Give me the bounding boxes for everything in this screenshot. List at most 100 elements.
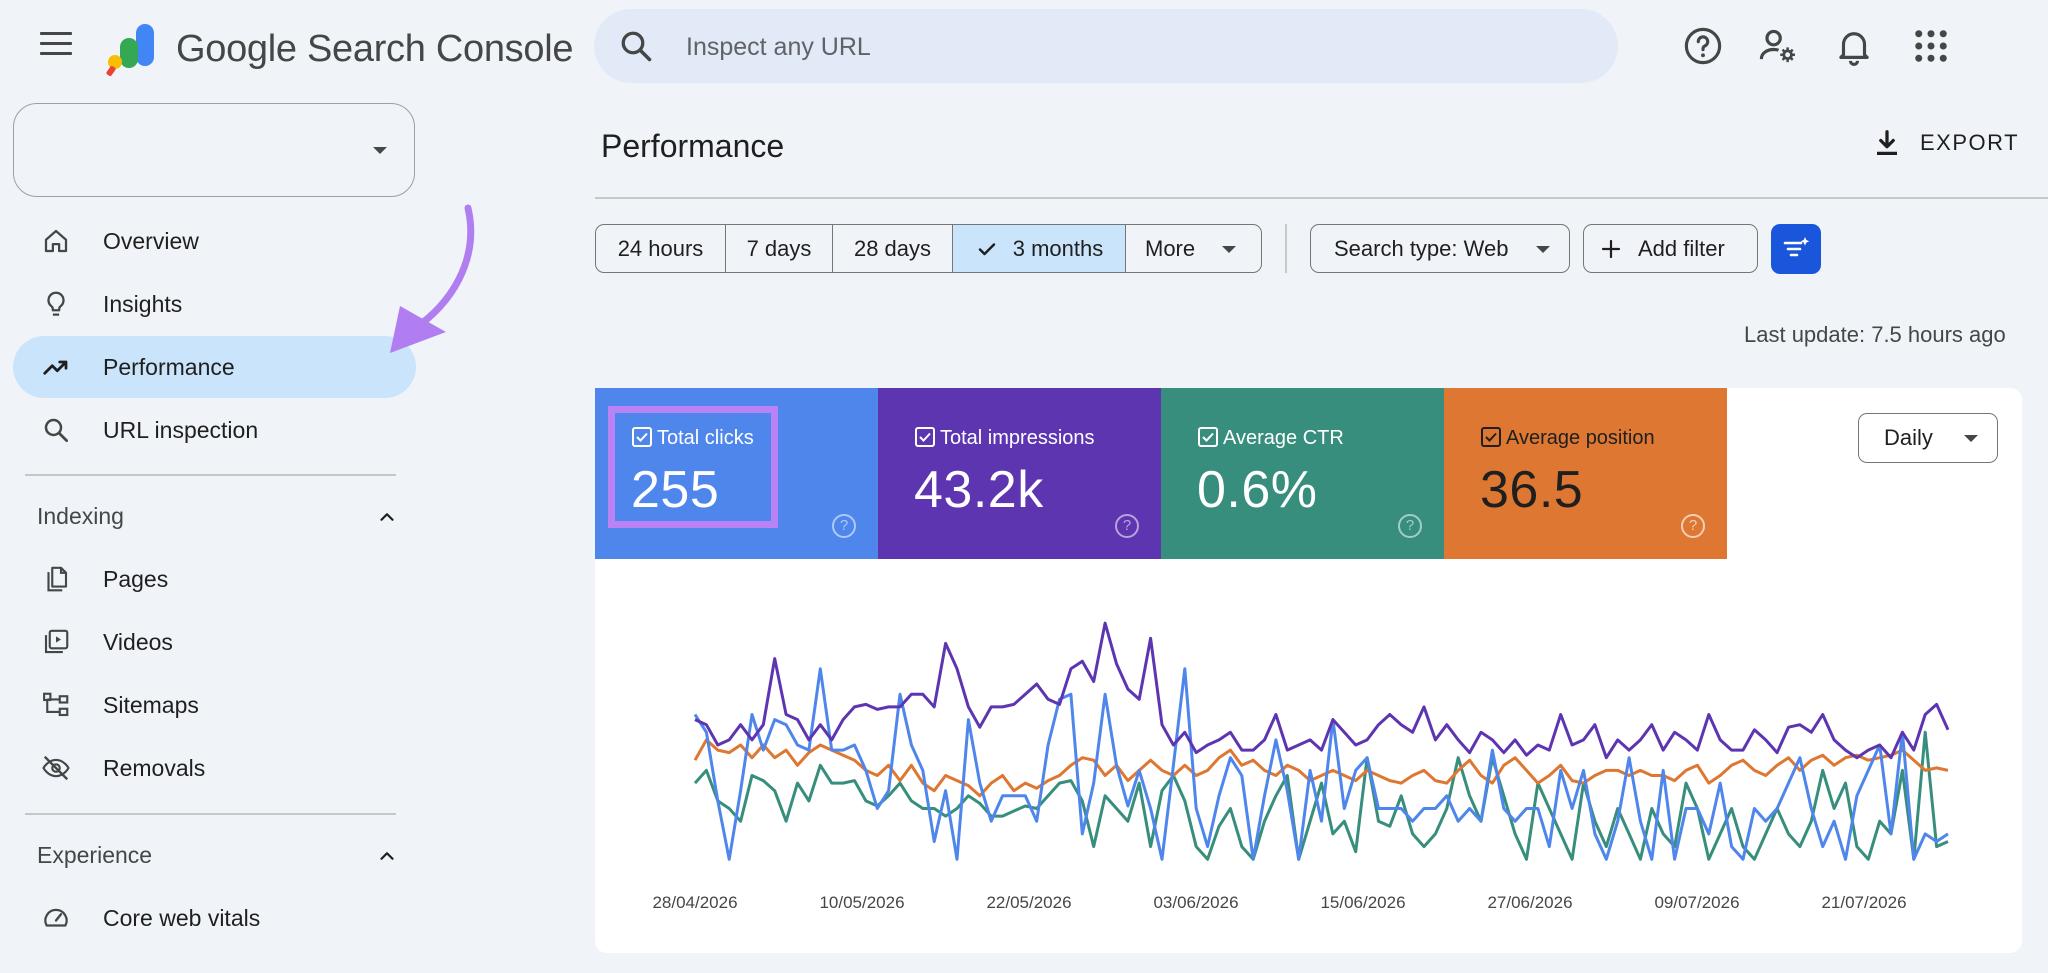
menu-icon[interactable] bbox=[40, 32, 72, 60]
x-tick-label: 27/06/2026 bbox=[1487, 893, 1572, 912]
sidebar-item-sitemaps[interactable]: Sitemaps bbox=[13, 674, 416, 736]
granularity-dropdown[interactable]: Daily bbox=[1858, 413, 1998, 463]
date-range-more[interactable]: More bbox=[1126, 225, 1261, 272]
plus-icon bbox=[1601, 239, 1621, 258]
search-icon bbox=[621, 31, 652, 62]
granularity-label: Daily bbox=[1884, 425, 1933, 450]
help-icon[interactable]: ? bbox=[832, 514, 856, 538]
checkbox-checked-icon[interactable] bbox=[1198, 427, 1218, 447]
sidebar-item-label: Performance bbox=[103, 353, 235, 380]
sidebar-item-label: Overview bbox=[103, 227, 199, 254]
search-input[interactable] bbox=[684, 9, 1588, 85]
last-update-text: Last update: 7.5 hours ago bbox=[1744, 322, 2006, 347]
sidebar-item-url-inspection[interactable]: URL inspection bbox=[13, 399, 416, 461]
page-title: Performance bbox=[601, 128, 785, 164]
date-range-7-days[interactable]: 7 days bbox=[726, 225, 833, 272]
metric-value: 0.6% bbox=[1197, 461, 1318, 519]
sidebar-item-label: Insights bbox=[103, 290, 183, 317]
date-range-24-hours[interactable]: 24 hours bbox=[596, 225, 726, 272]
performance-line-chart: 28/04/2026 10/05/2026 22/05/2026 03/06/2026… bbox=[652, 621, 1950, 912]
x-tick-label: 09/07/2026 bbox=[1654, 893, 1739, 912]
annotation-arrow-icon bbox=[390, 204, 475, 353]
date-range-3-months[interactable]: 3 months bbox=[953, 225, 1126, 272]
search-type-dropdown[interactable]: Search type: Web bbox=[1310, 224, 1570, 273]
sidebar-item-label: Core web vitals bbox=[103, 904, 261, 931]
search-icon bbox=[44, 418, 68, 442]
lightbulb-icon bbox=[47, 291, 65, 316]
filter-sparkle-icon bbox=[1783, 237, 1810, 257]
date-range-label: 7 days bbox=[746, 235, 812, 261]
metric-average-position[interactable]: Average position 36.5 ? bbox=[1444, 388, 1727, 559]
metric-label: Average CTR bbox=[1223, 427, 1344, 449]
sidebar-item-label: Pages bbox=[103, 565, 169, 592]
checkbox-checked-icon[interactable] bbox=[915, 427, 935, 447]
help-icon[interactable]: ? bbox=[1115, 514, 1139, 538]
sidebar-item-label: Removals bbox=[103, 754, 206, 781]
check-icon bbox=[978, 242, 995, 255]
sidebar-item-label: URL inspection bbox=[103, 416, 259, 443]
sidebar-item-label: Sitemaps bbox=[103, 691, 199, 718]
download-icon bbox=[1877, 130, 1897, 155]
sidebar-item-performance[interactable]: Performance bbox=[13, 336, 416, 398]
add-filter-button[interactable]: Add filter bbox=[1583, 224, 1758, 273]
metric-value: 43.2k bbox=[914, 461, 1044, 519]
help-icon[interactable]: ? bbox=[1681, 514, 1705, 538]
sidebar-item-insights[interactable]: Insights bbox=[13, 273, 416, 335]
dropdown-caret-icon bbox=[373, 147, 387, 154]
dropdown-caret-icon bbox=[1964, 435, 1978, 442]
metric-label: Average position bbox=[1506, 427, 1655, 449]
pages-icon bbox=[47, 566, 68, 592]
url-inspect-search[interactable] bbox=[594, 9, 1618, 85]
manage-accounts-icon[interactable] bbox=[1757, 25, 1799, 67]
app-title: Google Search Console bbox=[176, 28, 574, 70]
bell-icon[interactable] bbox=[1833, 25, 1875, 67]
sitemap-icon bbox=[43, 692, 69, 717]
x-tick-label: 03/06/2026 bbox=[1153, 893, 1238, 912]
section-title-experience: Experience bbox=[37, 842, 153, 868]
search-console-logo bbox=[106, 24, 154, 76]
metric-average-ctr[interactable]: Average CTR 0.6% ? bbox=[1161, 388, 1444, 559]
date-range-label: 24 hours bbox=[617, 235, 704, 261]
metric-label: Total impressions bbox=[940, 427, 1095, 449]
export-label: EXPORT bbox=[1920, 130, 2020, 155]
date-range-selector[interactable]: 24 hours 7 days 28 days 3 months More bbox=[595, 224, 1262, 273]
property-selector[interactable] bbox=[13, 103, 415, 197]
add-filter-label: Add filter bbox=[1638, 235, 1725, 261]
sidebar-item-core-web-vitals[interactable]: Core web vitals bbox=[13, 887, 416, 949]
filter-settings-button[interactable] bbox=[1771, 224, 1821, 274]
help-icon[interactable] bbox=[1682, 25, 1724, 67]
date-range-label: 28 days bbox=[853, 235, 932, 261]
series-line-total-clicks bbox=[693, 667, 1949, 861]
sidebar-item-videos[interactable]: Videos bbox=[13, 611, 416, 673]
checkbox-checked-icon[interactable] bbox=[1481, 427, 1501, 447]
metric-total-clicks[interactable]: Total clicks 255 ? bbox=[595, 388, 878, 559]
sidebar-item-removals[interactable]: Removals bbox=[13, 737, 416, 799]
trending-up-icon bbox=[43, 360, 68, 375]
x-tick-label: 10/05/2026 bbox=[819, 893, 904, 912]
x-tick-label: 21/07/2026 bbox=[1821, 893, 1906, 912]
video-library-icon bbox=[44, 629, 69, 654]
sidebar-divider bbox=[25, 813, 396, 815]
metric-total-impressions[interactable]: Total impressions 43.2k ? bbox=[878, 388, 1161, 559]
date-range-label: More bbox=[1145, 235, 1196, 261]
apps-grid-icon[interactable] bbox=[1910, 25, 1952, 67]
visibility-off-icon bbox=[42, 755, 70, 781]
help-icon[interactable]: ? bbox=[1398, 514, 1422, 538]
sidebar-item-overview[interactable]: Overview bbox=[13, 210, 416, 272]
x-tick-label: 28/04/2026 bbox=[652, 893, 737, 912]
speed-gauge-icon bbox=[44, 908, 68, 927]
highlight-box bbox=[608, 406, 778, 528]
x-tick-label: 22/05/2026 bbox=[986, 893, 1071, 912]
date-range-label: 3 months bbox=[1012, 235, 1104, 261]
chevron-up-icon[interactable] bbox=[376, 506, 398, 528]
chevron-up-icon[interactable] bbox=[376, 845, 398, 867]
toolbar-separator bbox=[1285, 224, 1287, 273]
dropdown-caret-icon bbox=[1536, 246, 1550, 253]
export-button[interactable]: EXPORT bbox=[1872, 127, 2019, 159]
search-type-label: Search type: Web bbox=[1334, 235, 1509, 261]
series-line-total-impressions bbox=[694, 621, 1950, 760]
sidebar-item-pages[interactable]: Pages bbox=[13, 548, 416, 610]
date-range-28-days[interactable]: 28 days bbox=[833, 225, 953, 272]
section-title-indexing: Indexing bbox=[37, 503, 124, 529]
sidebar-divider bbox=[25, 474, 396, 476]
